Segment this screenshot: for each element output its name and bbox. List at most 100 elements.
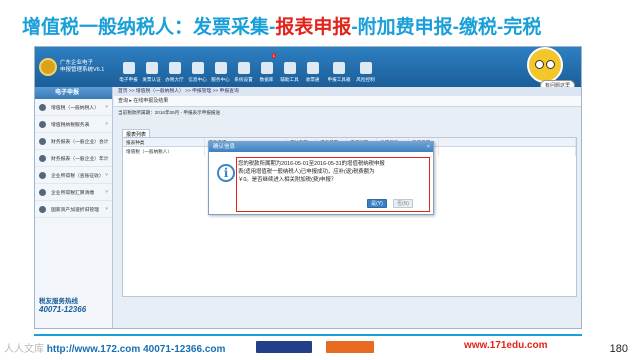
sidebar-item-label: 增值税（一般纳税人）: [51, 105, 99, 111]
app-logo: 广东企业电子 申报管理系统V6.1: [35, 58, 117, 76]
notification-badge: 1: [271, 53, 276, 58]
item-icon: [39, 137, 46, 145]
database-icon: [260, 62, 273, 74]
nav-label: 办税大厅: [165, 77, 184, 82]
toolbox-icon: [333, 62, 345, 74]
nav-label: 系统设置: [234, 77, 253, 82]
nav-label: 发票认证: [142, 77, 161, 82]
close-icon[interactable]: ×: [427, 142, 430, 152]
sidebar-item-label: 企业所得税汇算清缴: [51, 190, 95, 196]
nav-label: 信息中心: [188, 77, 207, 82]
nav-label: 申报工具箱: [327, 77, 351, 82]
slide-footer: 人人文库 http://www.172.com 40071-12366.com …: [0, 333, 640, 360]
nav-tools[interactable]: 辅助工具: [278, 49, 301, 85]
nav-label: 收票通: [305, 77, 320, 82]
partner-logo: [256, 341, 312, 353]
item-icon: [39, 188, 46, 196]
sidebar-item-label: 财务报表（一般企业）会计: [51, 139, 109, 145]
item-icon: [39, 205, 46, 213]
mascot-eye: [546, 60, 555, 69]
item-icon: [39, 171, 46, 179]
slide-title: 增值税一般纳税人：发票采集-报表申报-附加费申报-缴税-完税: [22, 12, 541, 39]
nav-info-center[interactable]: 信息中心: [186, 49, 209, 85]
logo-line-1: 广东企业电子: [60, 60, 94, 66]
title-part-3: -附加费申报-缴税-完税: [351, 17, 542, 38]
sidebar-item-label: 企业所得税（查账征收）: [51, 173, 104, 179]
hotline: 税友服务热线 40071-12366: [39, 295, 86, 314]
sidebar-item-vat-service[interactable]: 增值税纳税服务表 ˅: [35, 116, 112, 133]
column-header: 报表种类: [123, 138, 205, 146]
no-button[interactable]: 否(N): [393, 199, 413, 208]
sidebar-item-settlement[interactable]: 企业所得税汇算清缴 ˅: [35, 184, 112, 201]
sidebar-header[interactable]: 电子申报: [35, 87, 112, 99]
info-icon: i: [217, 164, 235, 182]
top-nav: 电子申报 发票认证 办税大厅 信息中心 服务中心 系统设置 1 数据库 辅助工具 …: [117, 49, 377, 85]
chevron-down-icon: ˅: [105, 206, 108, 212]
invoice-icon: [145, 62, 158, 74]
column-header: [439, 138, 576, 146]
footer-website: www.171edu.com: [464, 340, 548, 351]
item-icon: [39, 154, 46, 162]
confirm-dialog: 确认信息 × i 您的税款所属期为2016-05-01至2016-05-31的增值…: [208, 141, 434, 215]
nav-e-filing[interactable]: 电子申报: [117, 49, 140, 85]
partner-logo: [326, 341, 374, 353]
dialog-title: 确认信息: [213, 144, 236, 150]
sidebar-item-label: 国家资产加速折旧管理: [51, 207, 99, 213]
nav-tax-hall[interactable]: 办税大厅: [163, 49, 186, 85]
tools-icon: [283, 62, 296, 74]
footer-url: http://www.172.com 40071-12366.com: [46, 344, 226, 355]
hall-icon: [168, 62, 181, 74]
nav-label: 电子申报: [119, 77, 138, 82]
yes-button[interactable]: 是(Y): [367, 199, 387, 208]
sidebar-item-financial-monthly[interactable]: 财务报表（一般企业）会计: [35, 133, 112, 150]
sidebar: 电子申报 增值税（一般纳税人） ˅ 增值税纳税服务表 ˅ 财务报表（一般企业）会计 …: [35, 87, 113, 328]
sidebar-item-vat[interactable]: 增值税（一般纳税人） ˅: [35, 99, 112, 116]
mascot-icon[interactable]: [527, 47, 563, 83]
footer-left: 人人文库 http://www.172.com 40071-12366.com: [4, 340, 225, 355]
sidebar-item-label: 增值税纳税服务表: [51, 122, 90, 128]
nav-toolbox[interactable]: 申报工具箱: [324, 49, 354, 85]
nav-label: 数据库: [259, 77, 274, 82]
sidebar-item-label: 财务报表（一般企业）年计: [51, 156, 109, 162]
footer-divider: [34, 334, 582, 336]
watermark: 人人文库: [4, 344, 44, 355]
top-bar: 广东企业电子 申报管理系统V6.1 电子申报 发票认证 办税大厅 信息中心 服务…: [35, 47, 581, 91]
table-cell: 增值税（一般纳税人）: [123, 147, 205, 156]
sidebar-item-corporate-tax[interactable]: 企业所得税（查账征收） ˅: [35, 167, 112, 184]
chevron-down-icon: ˅: [105, 104, 108, 110]
sidebar-item-depreciation[interactable]: 国家资产加速折旧管理 ˅: [35, 201, 112, 218]
sidebar-item-financial-annual[interactable]: 财务报表（一般企业）年计: [35, 150, 112, 167]
hotline-number: 40071-12366: [39, 305, 87, 314]
shield-icon: [359, 62, 372, 74]
nav-invoice-auth[interactable]: 发票认证: [140, 49, 163, 85]
dialog-title-bar: 确认信息 ×: [209, 142, 433, 152]
gear-icon: [237, 62, 250, 74]
service-icon: [214, 62, 227, 74]
period-notice: 当前税款所属期：2016年05月 - 申报表示申报报送: [118, 110, 221, 115]
item-icon: [39, 120, 46, 128]
nav-label: 服务中心: [211, 77, 230, 82]
title-highlight: 报表申报: [275, 17, 352, 38]
nav-database[interactable]: 1 数据库: [255, 49, 278, 85]
nav-service-center[interactable]: 服务中心: [209, 49, 232, 85]
nav-label: 辅助工具: [280, 77, 299, 82]
toolbar[interactable]: 查询 ▸ 在线申报及结果: [114, 96, 581, 107]
info-center-icon: [191, 62, 204, 74]
table-cell: [439, 147, 576, 156]
nav-settings[interactable]: 系统设置: [232, 49, 255, 85]
emblem-icon: [39, 58, 57, 76]
item-icon: [39, 103, 46, 111]
breadcrumb[interactable]: 首页 >> 增值税（一般纳税人） >> 申报管理 >> 申报查询: [114, 87, 581, 96]
receipt-icon: [306, 62, 319, 74]
chevron-down-icon: ˅: [105, 172, 108, 178]
nav-risk-control[interactable]: 风险控制: [354, 49, 377, 85]
hotline-title: 税友服务热线: [39, 298, 78, 305]
page-number: 180: [609, 343, 628, 355]
filing-icon: [122, 62, 135, 74]
nav-receipt[interactable]: 收票通: [301, 49, 324, 85]
chevron-down-icon: ˅: [105, 121, 108, 127]
nav-label: 风险控制: [356, 77, 375, 82]
logo-line-2: 申报管理系统V6.1: [60, 67, 105, 73]
title-part-1: 增值税一般纳税人：发票采集-: [22, 17, 276, 38]
chevron-down-icon: ˅: [105, 189, 108, 195]
